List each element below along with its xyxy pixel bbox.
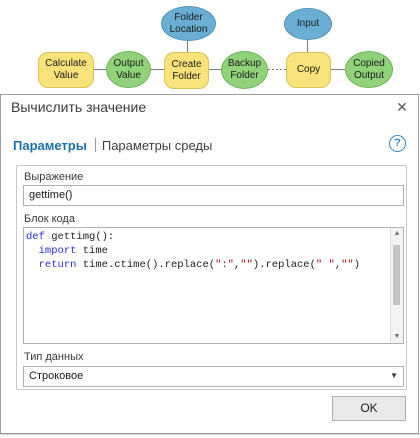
connector-copy-output: [330, 69, 345, 70]
code-line: import time: [38, 245, 108, 257]
tab-environments[interactable]: Параметры среды: [102, 138, 213, 153]
connector-output-create: [150, 69, 164, 70]
scroll-up-arrow-icon[interactable]: ▲: [391, 228, 403, 240]
dialog-title: Вычислить значение: [11, 99, 147, 115]
data-type-select[interactable]: Строковое ▼: [23, 366, 404, 387]
node-backup-folder[interactable]: Backup Folder: [221, 51, 268, 89]
tab-separator: [94, 138, 96, 152]
code-line: return time.ctime().replace(":","").repl…: [38, 259, 361, 271]
scroll-thumb[interactable]: [393, 245, 400, 305]
node-input[interactable]: Input: [284, 8, 332, 40]
node-calculate-value[interactable]: Calculate Value: [38, 52, 94, 88]
code-block-label: Блок кода: [24, 213, 75, 225]
code-content[interactable]: def gettimg(): import time return time.c…: [26, 230, 360, 272]
chevron-down-icon: ▼: [390, 371, 398, 380]
tab-bar: Параметры Параметры среды: [13, 138, 212, 153]
expression-label: Выражение: [24, 171, 84, 183]
connector-input-copy: [307, 38, 308, 52]
node-folder-location[interactable]: Folder Location: [161, 6, 216, 41]
expression-input[interactable]: gettime(): [23, 185, 404, 206]
close-icon[interactable]: ✕: [394, 98, 410, 116]
dialog-titlebar[interactable]: Вычислить значение ✕: [1, 95, 418, 121]
code-block-editor[interactable]: def gettimg(): import time return time.c…: [23, 227, 404, 344]
node-output-value[interactable]: Output Value: [106, 51, 151, 88]
tab-parameters[interactable]: Параметры: [13, 138, 87, 153]
calculate-value-dialog: Вычислить значение ✕ Параметры Параметры …: [0, 94, 419, 434]
code-line: def gettimg():: [26, 231, 115, 243]
code-scrollbar[interactable]: ▲ ▼: [390, 228, 403, 343]
node-copied-output[interactable]: Copied Output: [345, 51, 393, 88]
scroll-down-arrow-icon[interactable]: ▼: [391, 331, 403, 343]
model-canvas: Calculate Value Output Value Folder Loca…: [0, 0, 420, 96]
node-copy[interactable]: Copy: [286, 52, 331, 88]
data-type-label: Тип данных: [24, 351, 84, 363]
node-create-folder[interactable]: Create Folder: [164, 52, 209, 89]
bottom-divider: [0, 434, 420, 438]
data-type-value: Строковое: [29, 370, 84, 382]
connector-backup-copy: [268, 69, 286, 70]
ok-button[interactable]: OK: [332, 396, 406, 421]
help-icon[interactable]: ?: [389, 135, 406, 152]
